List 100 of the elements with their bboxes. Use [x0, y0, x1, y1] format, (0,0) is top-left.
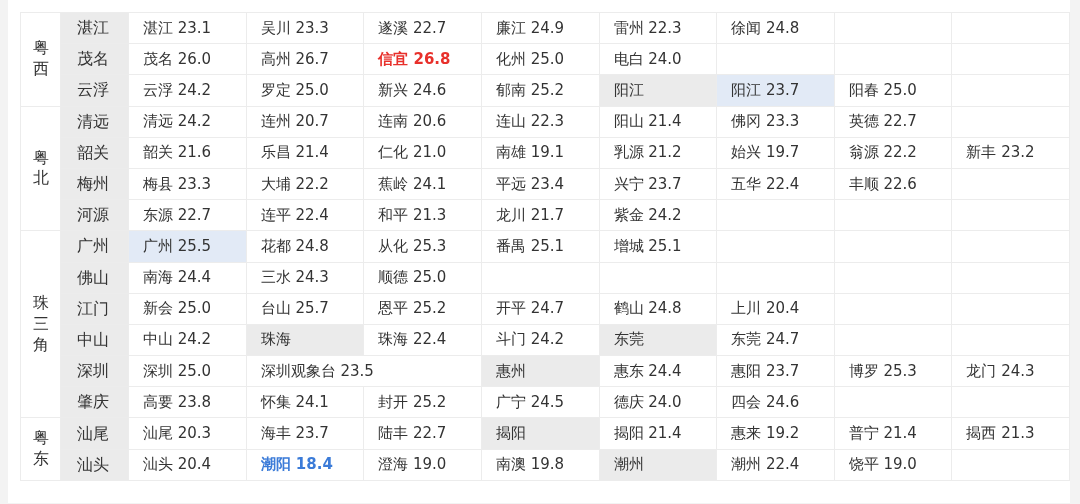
city-header-cell: 河源	[60, 199, 129, 231]
table-cell: 深圳观象台 23.5	[246, 355, 482, 387]
table-cell: 增城 25.1	[599, 230, 717, 262]
table-cell: 廉江 24.9	[481, 12, 599, 44]
table-cell: 兴宁 23.7	[599, 168, 717, 200]
table-cell: 珠海 22.4	[363, 324, 482, 356]
table-cell: 新兴 24.6	[363, 74, 482, 107]
city-header-cell: 梅州	[60, 168, 129, 200]
table-cell: 乐昌 21.4	[246, 137, 364, 169]
table-cell: 四会 24.6	[716, 386, 835, 418]
table-cell: 徐闻 24.8	[716, 12, 835, 44]
table-cell: 广宁 24.5	[481, 386, 599, 418]
table-cell: 郁南 25.2	[481, 74, 599, 107]
table-cell: 博罗 25.3	[834, 355, 952, 387]
table-cell: 惠阳 23.7	[716, 355, 835, 387]
table-cell: 潮州 22.4	[716, 449, 835, 481]
table-cell: 翁源 22.2	[834, 137, 952, 169]
city-header-cell: 阳江	[599, 74, 717, 107]
table-cell: 高州 26.7	[246, 43, 364, 75]
table-cell: 开平 24.7	[481, 293, 599, 325]
table-cell: 英德 22.7	[834, 106, 952, 138]
table-cell: 德庆 24.0	[599, 386, 717, 418]
table-cell: 化州 25.0	[481, 43, 599, 75]
table-cell: 云浮 24.2	[128, 74, 247, 107]
table-cell: 从化 25.3	[363, 230, 482, 262]
table-cell: 连南 20.6	[363, 106, 482, 138]
city-header-cell: 云浮	[60, 74, 129, 107]
table-cell: 乳源 21.2	[599, 137, 717, 169]
table-cell: 高要 23.8	[128, 386, 247, 418]
table-cell: 上川 20.4	[716, 293, 835, 325]
city-header-cell: 中山	[60, 324, 129, 356]
table-cell: 南雄 19.1	[481, 137, 599, 169]
table-cell: 潮阳 18.4	[246, 449, 364, 481]
table-cell: 遂溪 22.7	[363, 12, 482, 44]
table-cell: 电白 24.0	[599, 43, 717, 75]
table-cell: 深圳 25.0	[128, 355, 247, 387]
table-cell: 中山 24.2	[128, 324, 247, 356]
table-cell: 封开 25.2	[363, 386, 482, 418]
table-cell: 广州 25.5	[128, 230, 247, 262]
table-cell: 阳山 21.4	[599, 106, 717, 138]
table-cell: 揭阳 21.4	[599, 417, 717, 450]
region-label: 粤东	[32, 428, 49, 470]
table-cell: 罗定 25.0	[246, 74, 364, 107]
table-cell: 吴川 23.3	[246, 12, 364, 44]
table-cell: 揭西 21.3	[951, 417, 1070, 450]
table-cell: 新丰 23.2	[951, 137, 1070, 169]
table-cell: 清远 24.2	[128, 106, 247, 138]
table-cell: 佛冈 23.3	[716, 106, 835, 138]
city-header-cell: 江门	[60, 293, 129, 325]
city-header-cell: 珠海	[246, 324, 364, 356]
table-cell: 东源 22.7	[128, 199, 247, 231]
table-cell: 斗门 24.2	[481, 324, 599, 356]
table-cell: 湛江 23.1	[128, 12, 247, 44]
city-header-cell: 东莞	[599, 324, 717, 356]
table-cell: 蕉岭 24.1	[363, 168, 482, 200]
table-cell: 汕尾 20.3	[128, 417, 247, 450]
city-header-cell: 汕尾	[60, 417, 129, 450]
table-cell: 连州 20.7	[246, 106, 364, 138]
city-header-cell: 惠州	[481, 355, 599, 387]
city-header-cell: 潮州	[599, 449, 717, 481]
table-cell: 连山 22.3	[481, 106, 599, 138]
table-cell: 怀集 24.1	[246, 386, 364, 418]
table-cell: 仁化 21.0	[363, 137, 482, 169]
city-header-cell: 肇庆	[60, 386, 129, 418]
city-header-cell: 韶关	[60, 137, 129, 169]
city-header-cell: 清远	[60, 106, 129, 138]
table-cell: 南海 24.4	[128, 262, 247, 294]
table-cell: 台山 25.7	[246, 293, 364, 325]
table-cell: 信宜 26.8	[363, 43, 482, 75]
city-header-cell: 佛山	[60, 262, 129, 294]
table-cell: 平远 23.4	[481, 168, 599, 200]
city-header-cell: 深圳	[60, 355, 129, 387]
city-header-cell: 揭阳	[481, 417, 599, 450]
region-label: 粤北	[32, 147, 49, 190]
table-cell: 新会 25.0	[128, 293, 247, 325]
table-cell: 惠东 24.4	[599, 355, 717, 387]
table-cell: 始兴 19.7	[716, 137, 835, 169]
table-cell: 梅县 23.3	[128, 168, 247, 200]
table-cell: 紫金 24.2	[599, 199, 717, 231]
city-header-cell: 广州	[60, 230, 129, 262]
city-header-cell: 茂名	[60, 43, 129, 75]
table-cell: 恩平 25.2	[363, 293, 482, 325]
table-cell: 惠来 19.2	[716, 417, 835, 450]
table-cell: 东莞 24.7	[716, 324, 835, 356]
table-cell: 雷州 22.3	[599, 12, 717, 44]
table-cell: 普宁 21.4	[834, 417, 952, 450]
table-cell: 鹤山 24.8	[599, 293, 717, 325]
table-cell: 南澳 19.8	[481, 449, 599, 481]
table-cell: 五华 22.4	[716, 168, 835, 200]
table-cell: 番禺 25.1	[481, 230, 599, 262]
table-cell: 澄海 19.0	[363, 449, 482, 481]
table-cell: 阳江 23.7	[716, 74, 835, 107]
city-header-cell: 汕头	[60, 449, 129, 481]
table-cell: 三水 24.3	[246, 262, 364, 294]
table-cell: 龙门 24.3	[951, 355, 1070, 387]
table-cell: 饶平 19.0	[834, 449, 952, 481]
table-cell: 大埔 22.2	[246, 168, 364, 200]
table-cell: 花都 24.8	[246, 230, 364, 262]
table-cell: 和平 21.3	[363, 199, 482, 231]
table-cell: 海丰 23.7	[246, 417, 364, 450]
